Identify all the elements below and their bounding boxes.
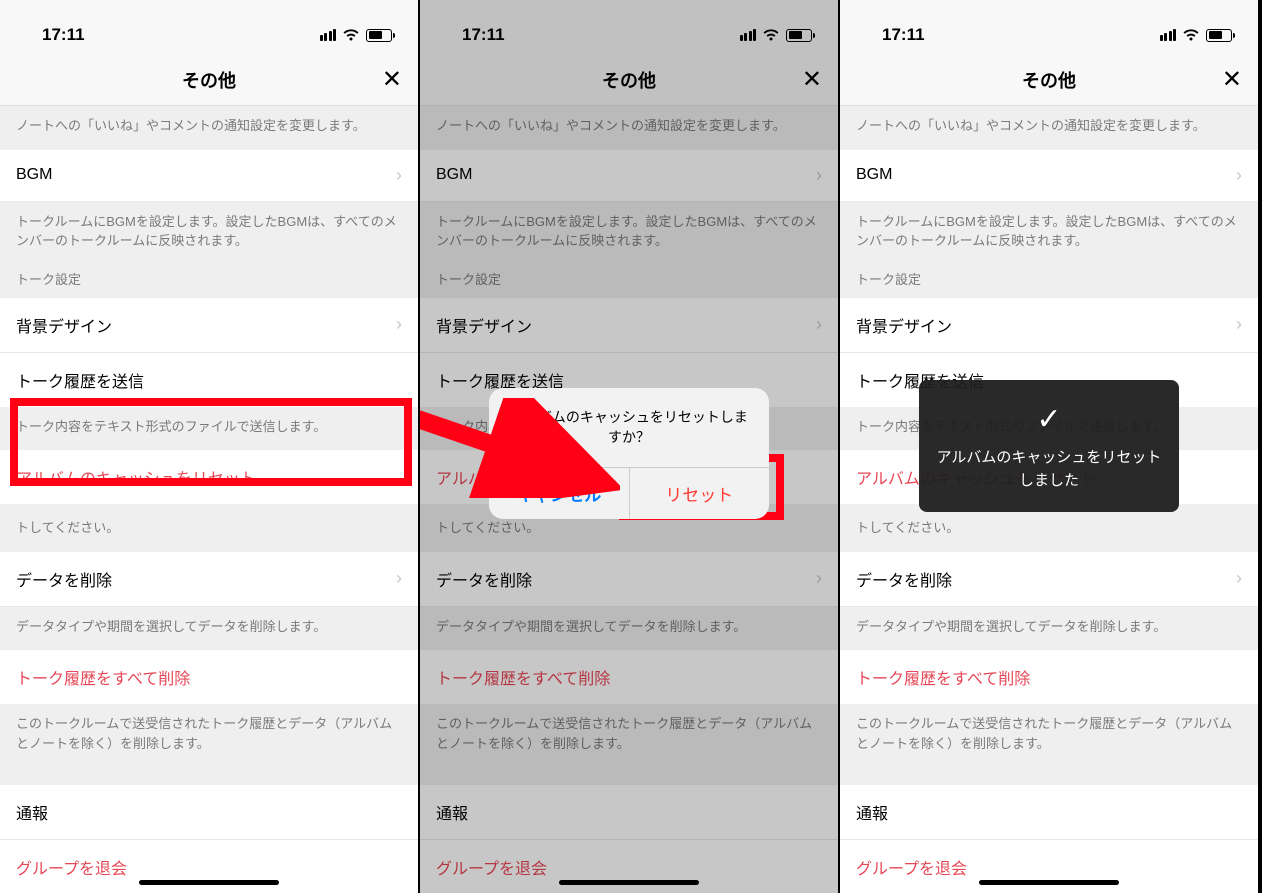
- leave-group-row[interactable]: グループを退会: [840, 840, 1258, 893]
- status-bar: 17:11: [0, 0, 418, 54]
- settings-list: ノートへの「いいね」やコメントの通知設定を変更します。 BGM › トークルームに…: [0, 106, 418, 893]
- nav-bar: その他 ✕: [0, 54, 418, 106]
- bg-design-label: 背景デザイン: [16, 313, 112, 337]
- chevron-right-icon: ›: [396, 314, 402, 335]
- nav-title: その他: [1022, 67, 1076, 93]
- bgm-desc: トークルームにBGMを設定します。設定したBGMは、すべてのメンバーのトークルー…: [0, 202, 418, 265]
- status-time: 17:11: [882, 25, 925, 45]
- delete-data-desc: データタイプや期間を選択してデータを削除します。: [420, 607, 838, 651]
- chevron-right-icon: ›: [396, 165, 402, 186]
- delete-all-history-label: トーク履歴をすべて削除: [16, 665, 190, 689]
- alert-confirm-button[interactable]: リセット: [630, 468, 770, 519]
- report-row[interactable]: 通報: [0, 785, 418, 840]
- leave-group-row[interactable]: グループを退会: [420, 840, 838, 893]
- talk-settings-label: トーク設定: [0, 265, 418, 298]
- nav-bar: その他 ✕: [840, 54, 1258, 106]
- chevron-right-icon: ›: [1236, 165, 1242, 186]
- delete-data-row[interactable]: データを削除›: [840, 552, 1258, 607]
- status-bar: 17:11: [420, 0, 838, 54]
- status-time: 17:11: [42, 25, 85, 45]
- battery-icon: [1206, 29, 1232, 42]
- close-icon[interactable]: ✕: [802, 65, 822, 94]
- chevron-right-icon: ›: [396, 568, 402, 589]
- notes-desc: ノートへの「いいね」やコメントの通知設定を変更します。: [420, 106, 838, 150]
- phone-screen-1: 17:11 その他 ✕ ノートへの「いいね」やコメントの通知設定を変更します。 …: [0, 0, 418, 893]
- nav-title: その他: [182, 67, 236, 93]
- success-toast: ✓ アルバムのキャッシュをリセットしました: [919, 380, 1179, 512]
- bg-design-row[interactable]: 背景デザイン›: [420, 298, 838, 353]
- send-history-row[interactable]: トーク履歴を送信: [0, 353, 418, 407]
- bg-design-row[interactable]: 背景デザイン›: [840, 298, 1258, 353]
- home-indicator[interactable]: [559, 880, 699, 885]
- chevron-right-icon: ›: [816, 314, 822, 335]
- toast-message: アルバムのキャッシュをリセットしました: [935, 447, 1163, 492]
- check-icon: ✓: [935, 402, 1163, 437]
- delete-data-row[interactable]: データを削除 ›: [0, 552, 418, 607]
- status-right: [1160, 28, 1233, 42]
- alert-message: アルバムのキャッシュをリセットしますか？: [489, 388, 769, 467]
- cellular-icon: [740, 29, 757, 41]
- status-bar: 17:11: [840, 0, 1258, 54]
- delete-data-label: データを削除: [16, 567, 112, 591]
- cellular-icon: [320, 29, 337, 41]
- bgm-label: BGM: [16, 166, 52, 184]
- delete-all-history-desc: このトークルームで送受信されたトーク履歴とデータ（アルバムとノートを除く）を削除…: [840, 704, 1258, 767]
- reset-cache-label: アルバムのキャッシュをリセット: [16, 465, 256, 489]
- delete-all-history-row[interactable]: トーク履歴をすべて削除: [0, 650, 418, 704]
- nav-bar: その他 ✕: [420, 54, 838, 106]
- bgm-row[interactable]: BGM›: [840, 150, 1258, 202]
- bgm-row[interactable]: BGM ›: [0, 150, 418, 202]
- delete-all-history-row[interactable]: トーク履歴をすべて削除: [420, 650, 838, 704]
- confirm-alert: アルバムのキャッシュをリセットしますか？ キャンセル リセット: [489, 388, 769, 519]
- reset-cache-desc: トしてください。: [0, 504, 418, 552]
- chevron-right-icon: ›: [1236, 568, 1242, 589]
- home-indicator[interactable]: [139, 880, 279, 885]
- close-icon[interactable]: ✕: [1222, 65, 1242, 94]
- delete-all-history-row[interactable]: トーク履歴をすべて削除: [840, 650, 1258, 704]
- chevron-right-icon: ›: [1236, 314, 1242, 335]
- reset-cache-row[interactable]: アルバムのキャッシュをリセット: [0, 450, 418, 504]
- leave-group-label: グループを退会: [16, 855, 127, 879]
- cellular-icon: [1160, 29, 1177, 41]
- notes-desc: ノートへの「いいね」やコメントの通知設定を変更します。: [840, 106, 1258, 150]
- report-label: 通報: [16, 800, 48, 824]
- notes-desc: ノートへの「いいね」やコメントの通知設定を変更します。: [0, 106, 418, 150]
- home-indicator[interactable]: [979, 880, 1119, 885]
- send-history-desc: トーク内容をテキスト形式のファイルで送信します。: [0, 407, 418, 451]
- leave-group-row[interactable]: グループを退会: [0, 840, 418, 893]
- talk-settings-label: トーク設定: [420, 265, 838, 298]
- phone-screen-3: 17:11 その他 ✕ ノートへの「いいね」やコメントの通知設定を変更します。 …: [840, 0, 1258, 893]
- close-icon[interactable]: ✕: [382, 65, 402, 94]
- chevron-right-icon: ›: [816, 568, 822, 589]
- report-row[interactable]: 通報: [420, 785, 838, 840]
- bgm-desc: トークルームにBGMを設定します。設定したBGMは、すべてのメンバーのトークルー…: [420, 202, 838, 265]
- wifi-icon: [762, 28, 780, 42]
- delete-data-row[interactable]: データを削除›: [420, 552, 838, 607]
- bg-design-row[interactable]: 背景デザイン ›: [0, 298, 418, 353]
- status-time: 17:11: [462, 25, 505, 45]
- status-right: [320, 28, 393, 42]
- status-right: [740, 28, 813, 42]
- nav-title: その他: [602, 67, 656, 93]
- delete-data-desc: データタイプや期間を選択してデータを削除します。: [840, 607, 1258, 651]
- delete-data-desc: データタイプや期間を選択してデータを削除します。: [0, 607, 418, 651]
- phone-screen-2: 17:11 その他 ✕ ノートへの「いいね」やコメントの通知設定を変更します。 …: [420, 0, 838, 893]
- battery-icon: [366, 29, 392, 42]
- wifi-icon: [1182, 28, 1200, 42]
- chevron-right-icon: ›: [816, 165, 822, 186]
- delete-all-history-desc: このトークルームで送受信されたトーク履歴とデータ（アルバムとノートを除く）を削除…: [420, 704, 838, 767]
- delete-all-history-desc: このトークルームで送受信されたトーク履歴とデータ（アルバムとノートを除く）を削除…: [0, 704, 418, 767]
- talk-settings-label: トーク設定: [840, 265, 1258, 298]
- battery-icon: [786, 29, 812, 42]
- report-row[interactable]: 通報: [840, 785, 1258, 840]
- alert-cancel-button[interactable]: キャンセル: [489, 468, 630, 519]
- send-history-label: トーク履歴を送信: [16, 368, 144, 392]
- bgm-desc: トークルームにBGMを設定します。設定したBGMは、すべてのメンバーのトークルー…: [840, 202, 1258, 265]
- wifi-icon: [342, 28, 360, 42]
- bgm-row[interactable]: BGM›: [420, 150, 838, 202]
- alert-buttons: キャンセル リセット: [489, 467, 769, 519]
